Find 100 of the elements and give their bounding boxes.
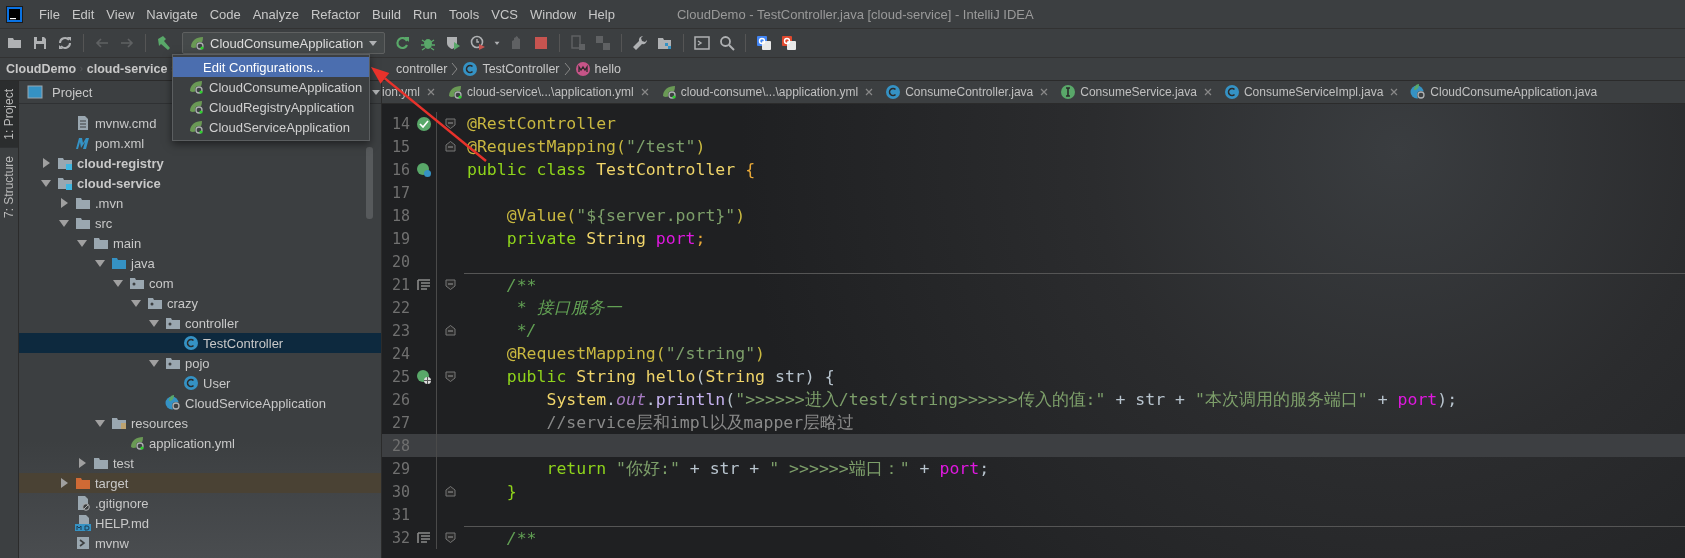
tree-item[interactable]: crazy — [19, 293, 381, 313]
menu-item[interactable]: Tools — [442, 6, 486, 22]
menu-item[interactable]: Edit Configurations... — [173, 57, 369, 77]
spring-leaf-icon — [129, 435, 145, 451]
spring-leaf-icon — [447, 84, 463, 100]
breadcrumb-item[interactable]: controller — [396, 62, 448, 76]
breadcrumb-item[interactable]: cloud-service — [86, 62, 168, 76]
fold-marker-icon[interactable] — [445, 486, 456, 497]
spring-class-icon[interactable] — [416, 161, 432, 178]
scrollbar-thumb[interactable] — [366, 147, 373, 219]
tree-item[interactable]: mvnw — [19, 533, 381, 553]
ignored-file-icon — [75, 495, 91, 511]
menu-item[interactable]: View — [100, 6, 141, 22]
fold-marker-icon[interactable] — [445, 532, 456, 543]
menu-item[interactable]: Build — [366, 6, 407, 22]
editor-tab[interactable]: ConsumeService.java — [1055, 81, 1219, 103]
fold-marker-icon[interactable] — [445, 371, 456, 382]
documentation-icon[interactable] — [416, 529, 432, 546]
menu-item[interactable]: Window — [523, 6, 583, 22]
menu-item[interactable]: Run — [407, 6, 443, 22]
menu-item[interactable]: CloudConsumeApplication — [173, 77, 369, 97]
tree-item[interactable]: .gitignore — [19, 493, 381, 513]
code-line: * 接口服务一 — [515, 296, 622, 319]
tree-item[interactable]: TestController — [19, 333, 381, 353]
menu-item[interactable]: Navigate — [140, 6, 204, 22]
tree-item[interactable]: User — [19, 373, 381, 393]
menu-item[interactable]: Code — [203, 6, 247, 22]
tree-item[interactable]: pojo — [19, 353, 381, 373]
editor-tab[interactable]: CloudConsumeApplication.java — [1405, 81, 1605, 103]
line-number: 20 — [390, 252, 411, 271]
tree-item[interactable]: .mvn — [19, 193, 381, 213]
spring-leaf-icon — [660, 84, 677, 100]
documentation-icon[interactable] — [416, 276, 432, 293]
text-file-icon — [75, 115, 91, 131]
run-configuration-dropdown[interactable]: CloudConsumeApplication — [182, 32, 385, 54]
menu-item[interactable]: Refactor — [304, 6, 367, 22]
spring-leaf-icon — [188, 99, 204, 115]
line-number: 27 — [390, 413, 411, 432]
line-number: 25 — [390, 367, 411, 386]
module-folder-icon — [57, 175, 73, 191]
tree-item[interactable]: com — [19, 273, 381, 293]
tree-item[interactable]: java — [19, 253, 381, 273]
editor-tab[interactable]: ConsumeController.java — [880, 81, 1056, 103]
close-icon[interactable] — [1390, 88, 1399, 96]
folder-icon — [75, 475, 91, 491]
menu-item[interactable]: Help — [582, 6, 621, 22]
fold-marker-icon[interactable] — [445, 279, 456, 290]
tree-item[interactable]: src — [19, 213, 381, 233]
code-line: private String port; — [505, 229, 706, 248]
code-line: @RequestMapping("/string") — [505, 344, 766, 363]
tree-item[interactable]: cloud-registry — [19, 153, 381, 173]
menu-item[interactable]: File — [33, 6, 66, 22]
class-icon — [183, 375, 199, 391]
chevron-icon — [451, 62, 459, 76]
spring-class-icon — [1410, 84, 1427, 100]
editor-tab[interactable]: ConsumeServiceImpl.java — [1218, 81, 1406, 103]
globe-icon[interactable] — [416, 368, 432, 385]
window-title: CloudDemo - TestController.java [cloud-service] - IntelliJ IDEA — [676, 6, 1034, 22]
line-number: 15 — [390, 137, 411, 156]
line-number: 23 — [390, 321, 411, 340]
code-line: /** — [505, 528, 537, 548]
tree-item[interactable]: CloudServiceApplication — [19, 393, 381, 413]
fold-marker-icon[interactable] — [445, 118, 456, 129]
package-icon — [147, 295, 163, 311]
menu-item[interactable]: Analyze — [246, 6, 305, 22]
fold-marker-icon[interactable] — [445, 141, 456, 152]
tree-item[interactable]: cloud-service — [19, 173, 381, 193]
menu-item[interactable]: Edit — [65, 6, 101, 22]
tree-item[interactable]: target — [19, 473, 381, 493]
tree-item[interactable]: HELP.md — [19, 513, 381, 533]
tree-item[interactable]: controller — [19, 313, 381, 333]
close-icon[interactable] — [1203, 88, 1212, 96]
close-icon[interactable] — [865, 88, 874, 96]
editor-tab[interactable]: cloud-service\...\application.yml — [442, 81, 656, 103]
menu-item[interactable]: CloudRegistryApplication — [173, 97, 369, 117]
line-number: 18 — [390, 206, 411, 225]
breadcrumb-item[interactable]: TestController — [462, 61, 560, 77]
tree-item[interactable]: test — [19, 453, 381, 473]
tree-item[interactable]: main — [19, 233, 381, 253]
folder-icon — [75, 215, 91, 231]
breadcrumb-item[interactable]: CloudDemo — [6, 62, 77, 76]
chevron-icon — [563, 62, 571, 76]
menu-item[interactable]: CloudServiceApplication — [173, 117, 369, 137]
close-icon[interactable] — [1040, 88, 1049, 96]
line-number: 16 — [390, 160, 411, 179]
menu-item[interactable]: VCS — [485, 6, 524, 22]
spring-bean-icon[interactable] — [416, 115, 432, 132]
tool-window-tab[interactable]: 1: Project — [0, 81, 18, 148]
code-line: @Value("${server.port}") — [505, 206, 746, 225]
line-number: 14 — [390, 114, 411, 133]
tool-window-tab[interactable]: 7: Structure — [0, 147, 18, 226]
tree-item[interactable]: application.yml — [19, 433, 381, 453]
close-icon[interactable] — [427, 88, 435, 96]
close-icon[interactable] — [640, 88, 649, 96]
caret-icon[interactable] — [371, 87, 381, 97]
line-number: 17 — [390, 183, 411, 202]
tree-item[interactable]: resources — [19, 413, 381, 433]
editor-tab[interactable]: cloud-consume\...\application.yml — [655, 81, 881, 103]
breadcrumb-item[interactable]: hello — [574, 61, 621, 77]
fold-marker-icon[interactable] — [445, 325, 456, 336]
